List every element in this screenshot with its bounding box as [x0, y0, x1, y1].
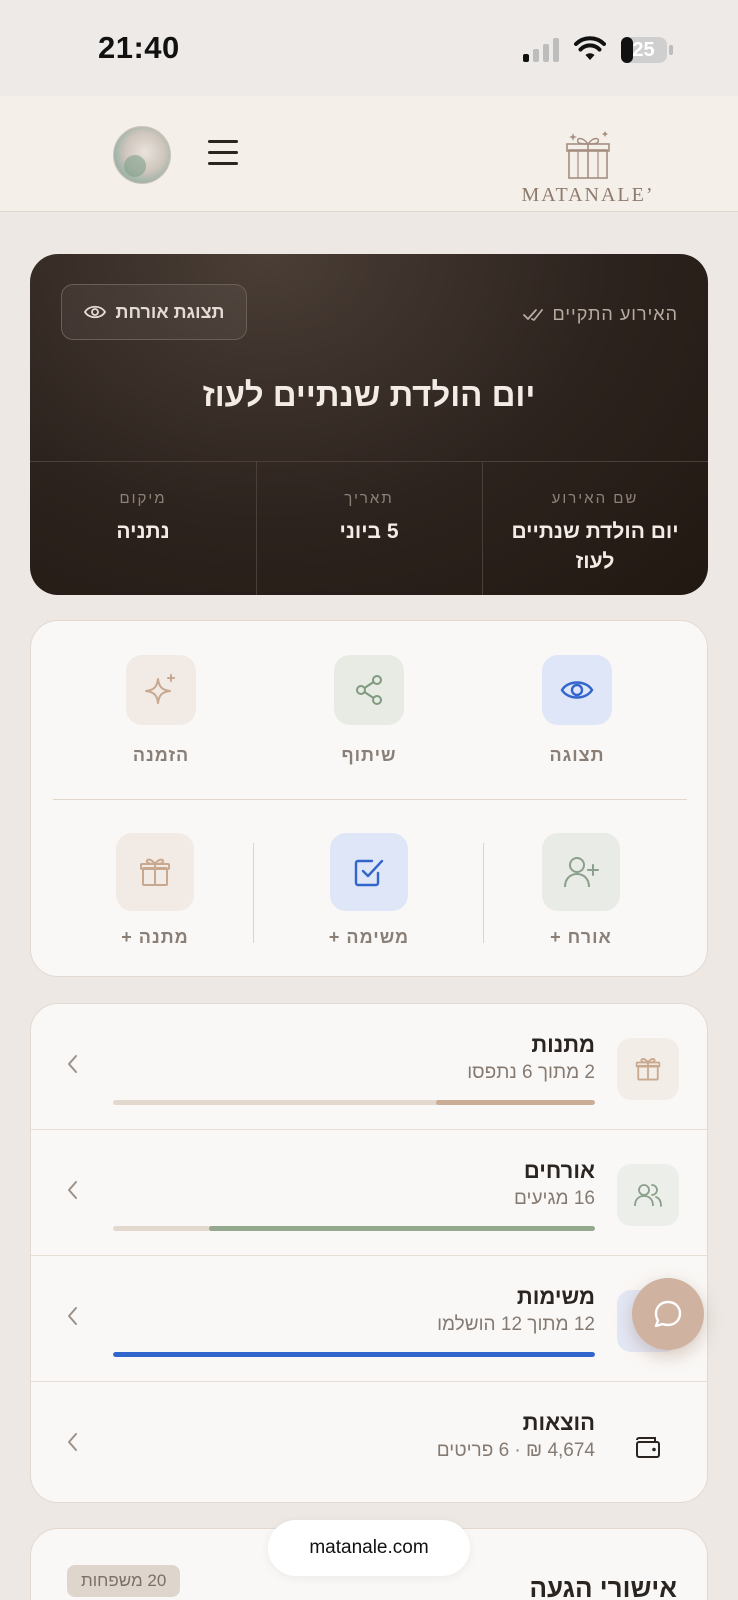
battery-level: 25 — [632, 39, 655, 61]
share-icon — [356, 675, 382, 705]
chevron-left-icon — [68, 1055, 77, 1073]
families-badge: 20 משפחות — [67, 1565, 181, 1597]
checkbox-icon — [354, 859, 384, 887]
event-title: יום הולדת שנתיים לעוז — [202, 376, 536, 413]
chevron-left-icon — [68, 1181, 77, 1199]
chevron-left-icon — [68, 1307, 77, 1325]
guest-view-button[interactable]: תצוגת אורחת — [61, 284, 247, 340]
wallet-icon — [617, 1416, 679, 1478]
eye-icon — [560, 681, 594, 699]
gifts-row[interactable]: מתנות 2 מתוך 6 נתפסו — [31, 1004, 707, 1130]
summary-list: מתנות 2 מתוך 6 נתפסו אורחים 16 מגיעים מש… — [30, 1003, 708, 1503]
event-name-detail: שם האירוע יום הולדת שנתיים לעוז — [511, 490, 679, 573]
menu-button[interactable] — [208, 137, 240, 167]
quick-actions-card: תצוגה שיתוף הזמנה אורח + משימה + מתנה + — [30, 620, 708, 977]
browser-url-pill[interactable]: matanale.com — [268, 1520, 470, 1576]
add-task-action[interactable]: משימה + — [309, 833, 429, 948]
gift-icon — [140, 858, 170, 886]
app-logo[interactable]: MATANALE’ — [520, 130, 656, 206]
share-action[interactable]: שיתוף — [309, 655, 429, 766]
hamburger-icon — [208, 140, 238, 143]
add-guest-action[interactable]: אורח + — [521, 833, 641, 948]
gift-icon — [617, 1038, 679, 1100]
users-icon — [617, 1164, 679, 1226]
event-location-detail: מיקום נתניה — [116, 490, 170, 543]
chat-bubble-icon — [654, 1300, 682, 1328]
sparkle-icon — [145, 674, 175, 704]
cellular-signal-icon — [523, 38, 559, 62]
expenses-row[interactable]: הוצאות 4,674 ₪ · 6 פריטים — [31, 1382, 707, 1502]
tasks-progress-bar — [113, 1352, 595, 1357]
gifts-progress-bar — [113, 1100, 595, 1105]
event-date-detail: תאריך 5 ביוני — [339, 490, 399, 543]
add-gift-action[interactable]: מתנה + — [95, 833, 215, 948]
chat-button[interactable] — [632, 1278, 704, 1350]
logo-text: MATANALE’ — [521, 184, 655, 206]
chevron-left-icon — [68, 1433, 77, 1451]
battery-icon: 25 — [620, 36, 674, 64]
rsvp-title: אישורי הגעה — [529, 1573, 677, 1600]
gift-logo-icon — [566, 131, 610, 179]
add-user-icon — [564, 857, 599, 888]
guests-row[interactable]: אורחים 16 מגיעים — [31, 1130, 707, 1256]
event-hero-card: האירוע התקיים תצוגת אורחת יום הולדת שנתי… — [30, 254, 708, 595]
wifi-icon — [574, 36, 606, 60]
avatar[interactable] — [113, 126, 171, 184]
double-check-icon — [522, 308, 543, 321]
status-bar: 21:40 25 — [0, 0, 738, 96]
status-time: 21:40 — [98, 30, 180, 65]
tasks-row[interactable]: משימות 12 מתוך 12 הושלמו — [31, 1256, 707, 1382]
invitation-action[interactable]: הזמנה — [101, 655, 221, 766]
app-header: MATANALE’ — [0, 96, 738, 212]
eye-icon — [83, 305, 106, 319]
event-status: האירוע התקיים — [522, 304, 678, 325]
guests-progress-bar — [113, 1226, 595, 1231]
view-action[interactable]: תצוגה — [517, 655, 637, 766]
